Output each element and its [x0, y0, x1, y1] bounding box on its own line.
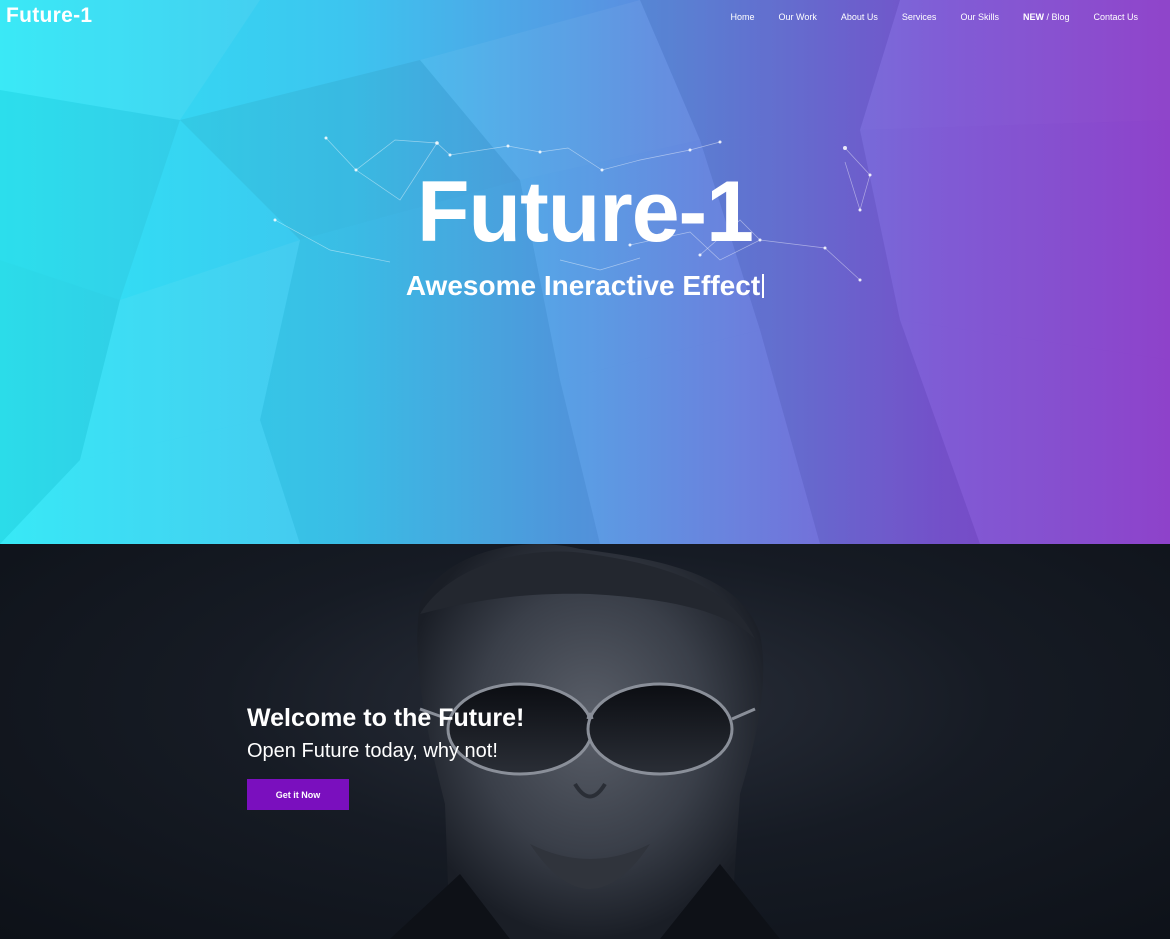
welcome-heading: Welcome to the Future!	[247, 704, 525, 732]
get-it-now-button[interactable]: Get it Now	[247, 779, 349, 810]
new-badge: NEW	[1022, 12, 1044, 22]
nav-item-contact-us[interactable]: Contact Us	[1093, 12, 1138, 22]
nav-item-about-us[interactable]: About Us	[841, 12, 878, 22]
nav-item-blog[interactable]: NEW / Blog	[1023, 12, 1070, 22]
hero-section: Future-1 Home Our Work About Us Services…	[0, 0, 1170, 544]
nav-item-blog-label: / Blog	[1043, 12, 1070, 22]
typing-cursor	[762, 274, 765, 298]
nav-item-home[interactable]: Home	[731, 12, 755, 22]
hero-subtitle-wrap: Awesome Ineractive Effect	[0, 270, 1170, 302]
welcome-tagline: Open Future today, why not!	[247, 740, 498, 762]
hero-title: Future-1	[417, 164, 754, 260]
hero-subtitle: Awesome Ineractive Effect	[405, 270, 761, 301]
nav-item-our-work[interactable]: Our Work	[779, 12, 817, 22]
nav-item-our-skills[interactable]: Our Skills	[960, 12, 999, 22]
main-nav: Home Our Work About Us Services Our Skil…	[707, 12, 1138, 22]
site-logo[interactable]: Future-1	[6, 4, 92, 28]
nav-item-services[interactable]: Services	[902, 12, 937, 22]
intro-section: Welcome to the Future! Open Future today…	[0, 544, 1170, 939]
